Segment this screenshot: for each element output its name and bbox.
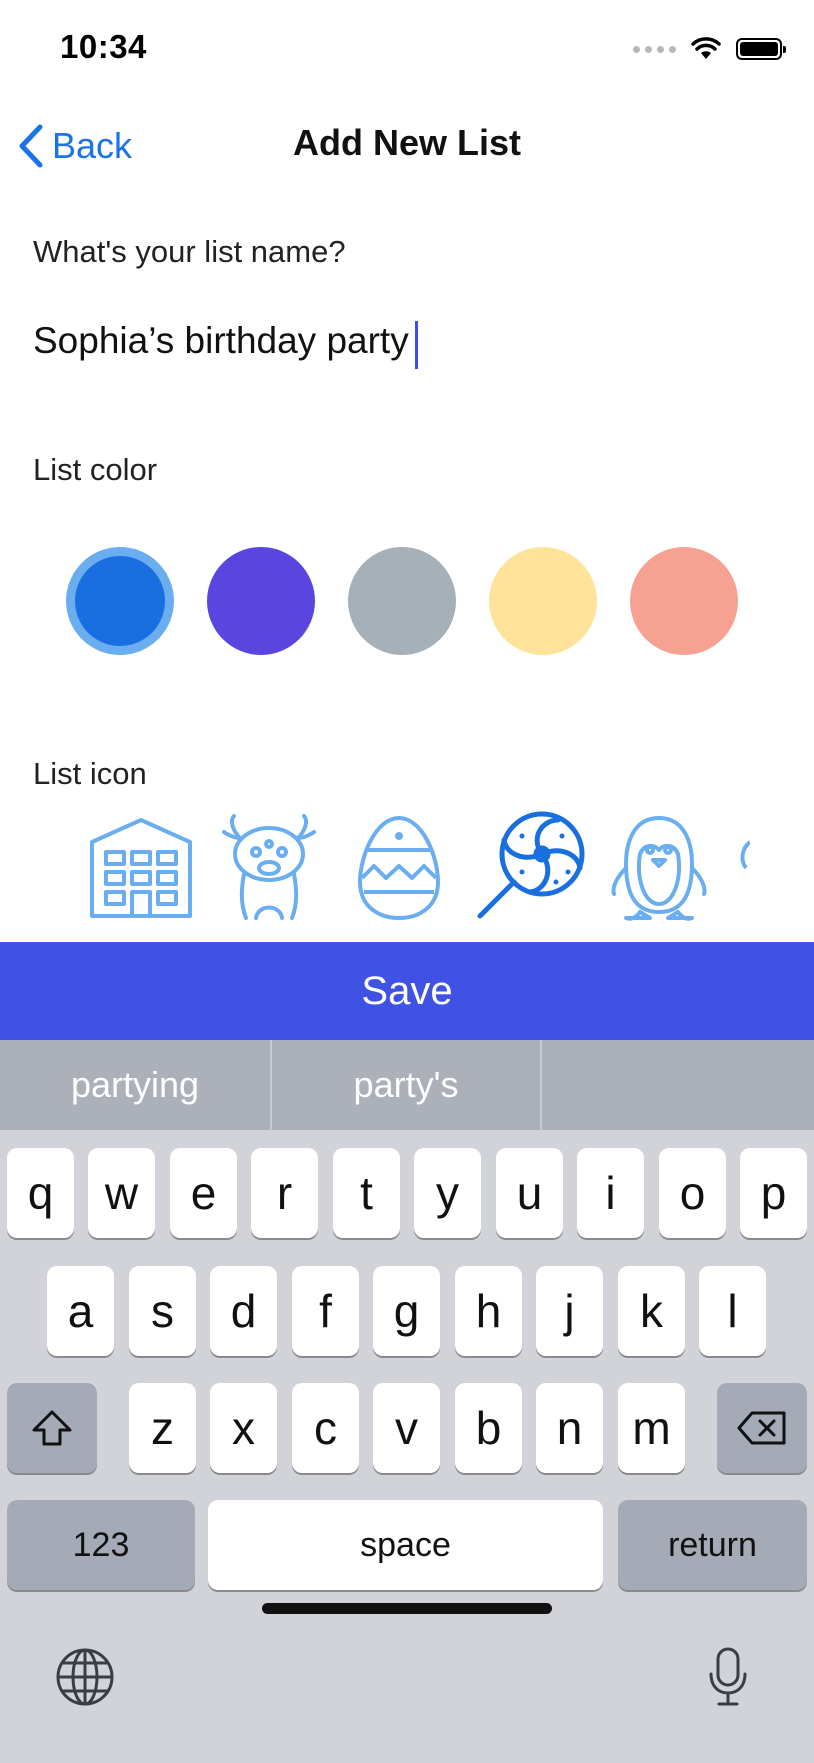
suggestion-bar: partying party's — [0, 1040, 814, 1130]
color-swatch-salmon[interactable] — [630, 547, 738, 655]
color-swatch-purple[interactable] — [207, 547, 315, 655]
icon-picker[interactable] — [60, 808, 750, 926]
key-p[interactable]: p — [740, 1148, 807, 1238]
key-y[interactable]: y — [414, 1148, 481, 1238]
key-v[interactable]: v — [373, 1383, 440, 1473]
key-f[interactable]: f — [292, 1266, 359, 1356]
list-color-label: List color — [33, 452, 158, 487]
key-t[interactable]: t — [333, 1148, 400, 1238]
status-time: 10:34 — [60, 28, 147, 65]
key-k[interactable]: k — [618, 1266, 685, 1356]
key-w[interactable]: w — [88, 1148, 155, 1238]
key-a[interactable]: a — [47, 1266, 114, 1356]
key-x[interactable]: x — [210, 1383, 277, 1473]
key-q[interactable]: q — [7, 1148, 74, 1238]
lollipop-icon[interactable] — [470, 808, 588, 926]
globe-icon — [56, 1648, 114, 1706]
key-s[interactable]: s — [129, 1266, 196, 1356]
save-button[interactable]: Save — [0, 942, 814, 1040]
key-i[interactable]: i — [577, 1148, 644, 1238]
suggestion-item[interactable]: partying — [0, 1040, 270, 1130]
building-icon[interactable] — [82, 808, 200, 926]
list-name-label: What's your list name? — [33, 234, 346, 269]
delete-key[interactable] — [717, 1383, 807, 1473]
suggestion-item[interactable] — [540, 1040, 810, 1130]
text-caret — [415, 321, 418, 369]
wifi-icon — [691, 37, 721, 59]
globe-button[interactable] — [54, 1646, 116, 1708]
key-m[interactable]: m — [618, 1383, 685, 1473]
key-o[interactable]: o — [659, 1148, 726, 1238]
color-swatch-gray[interactable] — [348, 547, 456, 655]
key-n[interactable]: n — [536, 1383, 603, 1473]
key-u[interactable]: u — [496, 1148, 563, 1238]
key-l[interactable]: l — [699, 1266, 766, 1356]
key-z[interactable]: z — [129, 1383, 196, 1473]
microphone-icon — [709, 1647, 747, 1706]
easter-egg-icon[interactable] — [340, 808, 458, 926]
backspace-icon — [737, 1411, 786, 1445]
list-icon-label: List icon — [33, 756, 147, 791]
page-title: Add New List — [292, 122, 521, 163]
return-key[interactable]: return — [618, 1500, 807, 1590]
key-h[interactable]: h — [455, 1266, 522, 1356]
key-g[interactable]: g — [373, 1266, 440, 1356]
penguin-icon[interactable] — [600, 808, 718, 926]
shift-icon — [32, 1410, 72, 1446]
key-b[interactable]: b — [455, 1383, 522, 1473]
key-j[interactable]: j — [536, 1266, 603, 1356]
shift-key[interactable] — [7, 1383, 97, 1473]
partial-icon[interactable] — [730, 808, 750, 926]
key-e[interactable]: e — [170, 1148, 237, 1238]
list-name-input[interactable]: Sophia’s birthday party — [33, 320, 773, 372]
key-d[interactable]: d — [210, 1266, 277, 1356]
key-c[interactable]: c — [292, 1383, 359, 1473]
color-swatch-blue[interactable] — [66, 547, 174, 655]
suggestion-item[interactable]: party's — [270, 1040, 540, 1130]
keyboard: partying party's q w e r t y u i o p a s… — [0, 1040, 814, 1763]
space-key[interactable]: space — [208, 1500, 603, 1590]
key-r[interactable]: r — [251, 1148, 318, 1238]
battery-icon — [736, 38, 786, 60]
microphone-button[interactable] — [706, 1646, 750, 1708]
monster-icon[interactable] — [210, 808, 328, 926]
numbers-key[interactable]: 123 — [7, 1500, 195, 1590]
signal-icon — [633, 45, 676, 53]
color-swatch-yellow[interactable] — [489, 547, 597, 655]
home-indicator — [262, 1603, 552, 1614]
status-icons — [633, 34, 786, 64]
